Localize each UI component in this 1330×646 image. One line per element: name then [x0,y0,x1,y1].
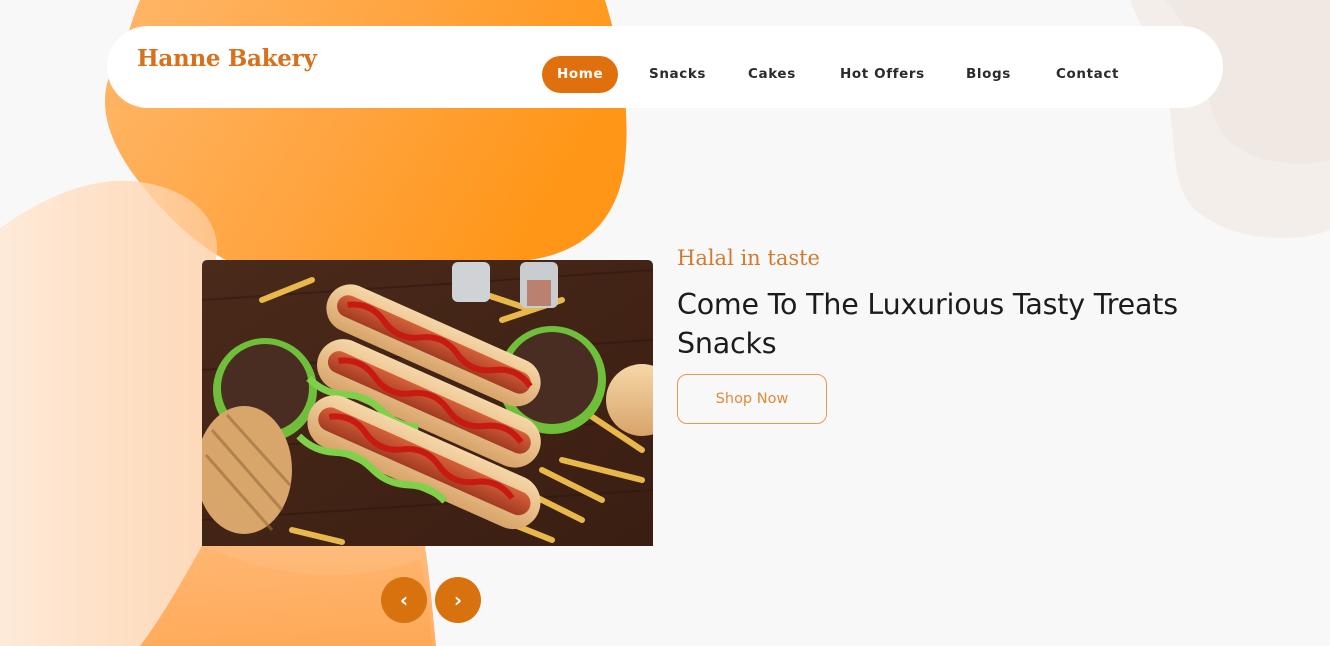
shop-now-button[interactable]: Shop Now [677,374,827,424]
chevron-left-icon: ‹ [399,588,409,612]
chevron-right-icon: › [453,588,463,612]
navbar: Hanne Bakery Home Snacks Cakes Hot Offer… [107,26,1223,108]
nav-item-contact[interactable]: Contact [1041,56,1134,93]
hero-food-image [202,260,653,546]
page: Hanne Bakery Home Snacks Cakes Hot Offer… [0,0,1330,646]
carousel-prev-button[interactable]: ‹ [381,577,427,623]
nav-item-home[interactable]: Home [542,56,619,93]
nav-item-snacks[interactable]: Snacks [634,56,721,93]
carousel-next-button[interactable]: › [435,577,481,623]
brand-logo[interactable]: Hanne Bakery [137,45,317,72]
hero-tagline: Halal in taste [677,246,820,270]
nav-item-cakes[interactable]: Cakes [733,56,811,93]
hero-headline: Come To The Luxurious Tasty Treats Snack… [677,288,1178,360]
nav-item-hot-offers[interactable]: Hot Offers [825,56,940,93]
nav-item-blogs[interactable]: Blogs [951,56,1026,93]
